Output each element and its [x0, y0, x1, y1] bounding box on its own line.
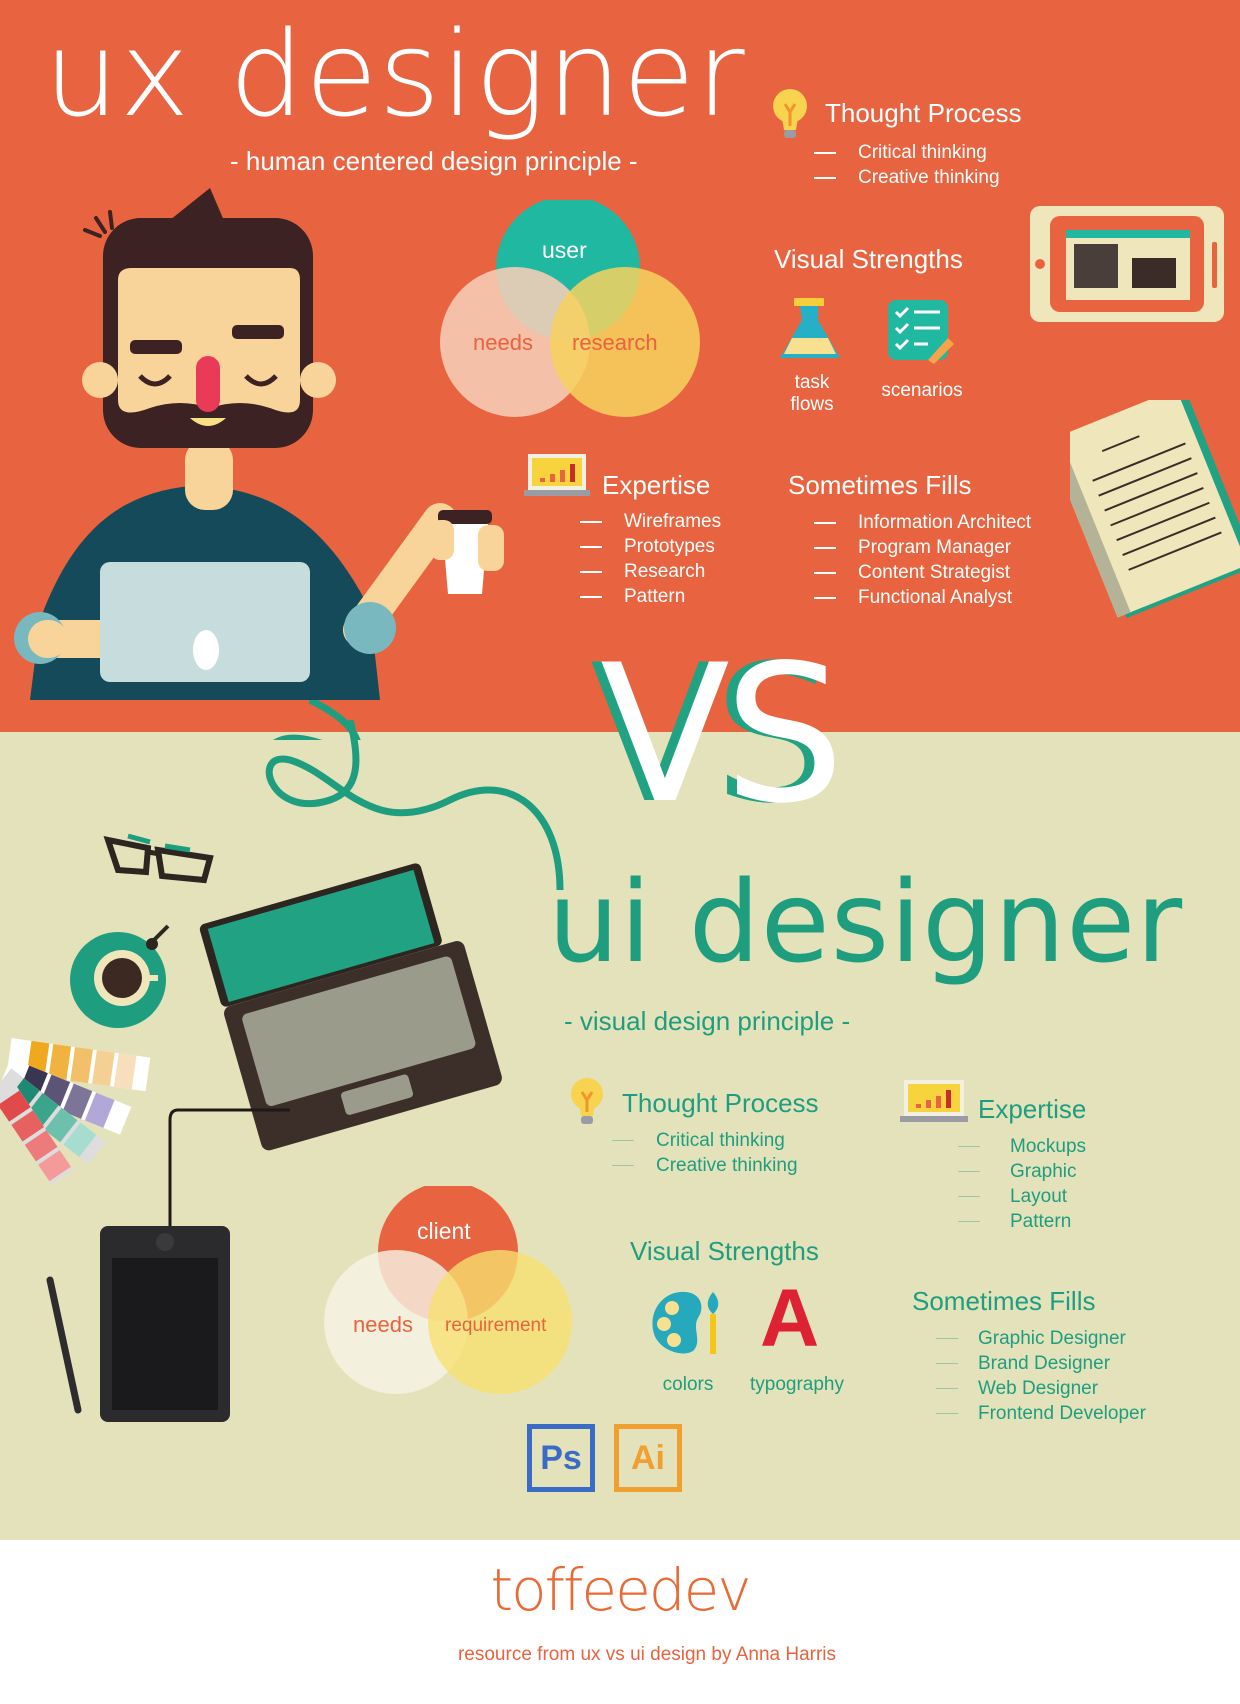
flask-icon [780, 298, 840, 358]
ui-expertise-list: Mockups Graphic Layout Pattern [958, 1134, 1086, 1234]
list-item: Information Architect [814, 510, 1031, 535]
ui-visual-strengths-heading: Visual Strengths [630, 1236, 819, 1266]
coffee-cup-saucer [70, 924, 170, 1028]
list-item: Functional Analyst [814, 585, 1031, 610]
lightbulb-icon [571, 1078, 603, 1124]
notebook-illustration [1070, 400, 1240, 619]
color-swatches [0, 1038, 151, 1185]
stylus [46, 1276, 82, 1414]
list-item: Graphic [958, 1159, 1086, 1184]
checklist-icon [888, 300, 954, 364]
ux-thought-process-list: Critical thinking Creative thinking [814, 140, 1000, 190]
nose [196, 356, 220, 412]
neck [185, 440, 233, 510]
ux-expertise-list: Wireframes Prototypes Research Pattern [580, 509, 721, 609]
venn-label-requirement: requirement [445, 1315, 547, 1336]
ux-thought-process-heading: Thought Process [825, 98, 1022, 128]
list-item: Creative thinking [612, 1153, 798, 1178]
ui-laptop [199, 863, 502, 1151]
left-ear [82, 362, 118, 398]
venn-label-needs: needs [473, 330, 533, 355]
motion-lines [83, 210, 114, 238]
ui-thought-process-heading: Thought Process [622, 1088, 819, 1118]
list-item: Brand Designer [936, 1351, 1146, 1376]
right-ear [300, 362, 336, 398]
list-item: Prototypes [580, 534, 721, 559]
ux-sometimes-fills-heading: Sometimes Fills [788, 470, 972, 500]
brand-logo: toffeedev [490, 1556, 751, 1624]
colors-label: colors [662, 1374, 714, 1395]
list-item: Creative thinking [814, 165, 1000, 190]
ux-title: ux designer [44, 5, 746, 143]
task-flows-label: task flows [790, 372, 834, 415]
palette-brush-icon [652, 1291, 719, 1354]
credit-text: resource from ux vs ui design by Anna Ha… [457, 1644, 837, 1665]
illustrator-icon: Ai [614, 1424, 682, 1492]
ux-sometimes-fills-list: Information Architect Program Manager Co… [814, 510, 1031, 610]
glasses [103, 833, 214, 884]
list-item: Web Designer [936, 1376, 1146, 1401]
ui-sometimes-fills-heading: Sometimes Fills [912, 1286, 1096, 1316]
ui-title: ui designer [548, 858, 1184, 988]
ux-visual-strengths-heading: Visual Strengths [774, 244, 963, 274]
ux-venn-diagram [440, 200, 700, 417]
venn-label-research: research [572, 330, 658, 355]
list-item: Graphic Designer [936, 1326, 1146, 1351]
list-item: Wireframes [580, 509, 721, 534]
right-eyebrow [232, 325, 284, 339]
pear-logo [193, 630, 219, 670]
drawing-tablet [100, 1226, 230, 1422]
list-item: Program Manager [814, 535, 1031, 560]
list-item: Pattern [958, 1209, 1086, 1234]
ui-thought-process-list: Critical thinking Creative thinking [612, 1128, 798, 1178]
ui-subtitle: - visual design principle - [564, 1006, 851, 1036]
list-item: Layout [958, 1184, 1086, 1209]
ui-expertise-heading: Expertise [978, 1094, 1087, 1124]
list-item: Mockups [958, 1134, 1086, 1159]
ux-subtitle: - human centered design principle - [230, 146, 638, 176]
chart-monitor-icon [900, 1080, 968, 1122]
ui-sometimes-fills-list: Graphic Designer Brand Designer Web Desi… [936, 1326, 1146, 1426]
list-item: Critical thinking [814, 140, 1000, 165]
letter-a-icon: A [760, 1273, 820, 1364]
tablet-illustration [1030, 206, 1224, 322]
list-item: Research [580, 559, 721, 584]
right-cuff [344, 602, 396, 654]
left-eyebrow [130, 340, 182, 354]
scenarios-label: scenarios [881, 380, 963, 401]
photoshop-icon: Ps [527, 1424, 595, 1492]
chart-monitor-icon [524, 454, 590, 496]
venn-label-client: client [417, 1218, 471, 1244]
typography-label: typography [749, 1374, 844, 1395]
vs-label: VS [600, 624, 845, 845]
venn-label-user: user [542, 237, 587, 263]
list-item: Content Strategist [814, 560, 1031, 585]
list-item: Pattern [580, 584, 721, 609]
lightbulb-icon [773, 89, 807, 138]
list-item: Frontend Developer [936, 1401, 1146, 1426]
ux-expertise-heading: Expertise [602, 470, 711, 500]
list-item: Critical thinking [612, 1128, 798, 1153]
venn-label-needs: needs [353, 1312, 413, 1337]
